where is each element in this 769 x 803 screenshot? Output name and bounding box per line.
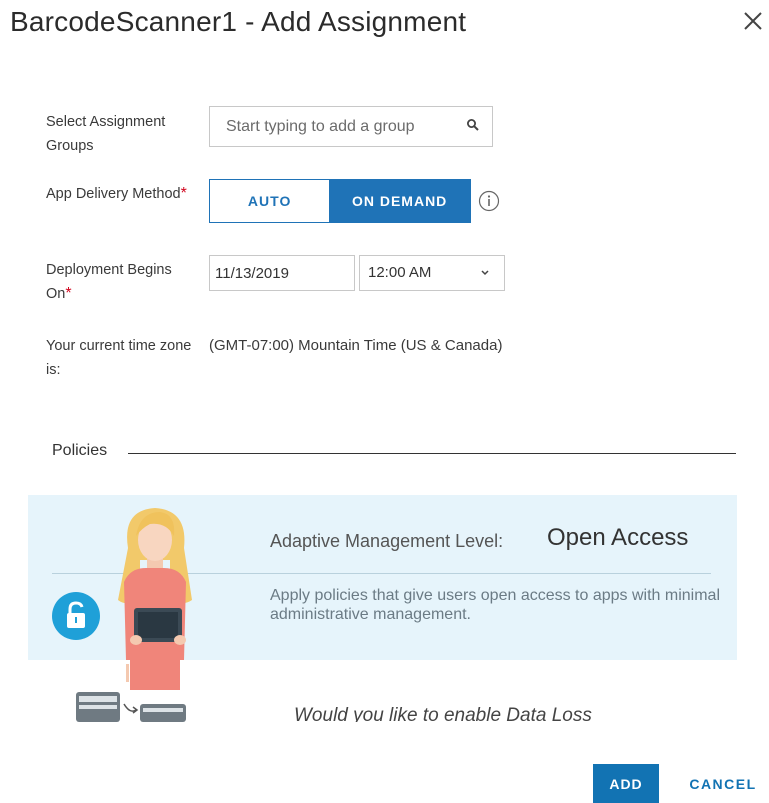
deployment-time-value: 12:00 AM <box>368 264 432 281</box>
timezone-value: (GMT-07:00) Mountain Time (US & Canada) <box>209 337 503 354</box>
required-asterisk: * <box>65 285 72 302</box>
section-divider <box>128 453 736 454</box>
delivery-label: App Delivery Method* <box>46 182 196 206</box>
delivery-label-text: App Delivery Method <box>46 186 181 202</box>
dlp-prompt: Would you like to enable Data Loss <box>294 705 592 722</box>
delivery-method-toggle[interactable]: AUTO ON DEMAND <box>209 179 471 223</box>
deployment-date-input[interactable] <box>210 256 354 290</box>
group-search-field[interactable] <box>209 106 493 147</box>
chevron-down-icon <box>481 270 489 276</box>
groups-label: Select Assignment Groups <box>46 114 166 154</box>
person-illustration <box>118 508 192 690</box>
info-icon[interactable] <box>478 190 500 212</box>
delivery-option-on-demand[interactable]: ON DEMAND <box>329 180 470 222</box>
dialog-title: BarcodeScanner1 - Add Assignment <box>10 6 467 37</box>
add-button[interactable]: ADD <box>593 764 659 803</box>
delivery-option-auto[interactable]: AUTO <box>210 180 330 222</box>
unlock-icon <box>52 592 100 640</box>
adaptive-management-description: Apply policies that give users open acce… <box>270 587 720 623</box>
deployment-time-select[interactable]: 12:00 AM <box>359 255 505 291</box>
policies-heading: Policies <box>52 442 108 459</box>
deployment-date-field[interactable] <box>209 255 355 291</box>
required-asterisk: * <box>180 185 187 202</box>
cancel-button[interactable]: CANCEL <box>680 764 766 803</box>
search-icon[interactable] <box>466 118 480 132</box>
adaptive-management-label: Adaptive Management Level: <box>270 531 504 551</box>
deployment-label: Deployment Begins On* <box>46 258 196 306</box>
adaptive-management-value: Open Access <box>547 524 689 551</box>
group-search-input[interactable] <box>210 107 450 146</box>
device-transfer-icon <box>76 692 186 722</box>
close-icon <box>744 12 762 30</box>
timezone-label: Your current time zone is: <box>46 338 192 378</box>
close-button[interactable] <box>742 10 768 36</box>
